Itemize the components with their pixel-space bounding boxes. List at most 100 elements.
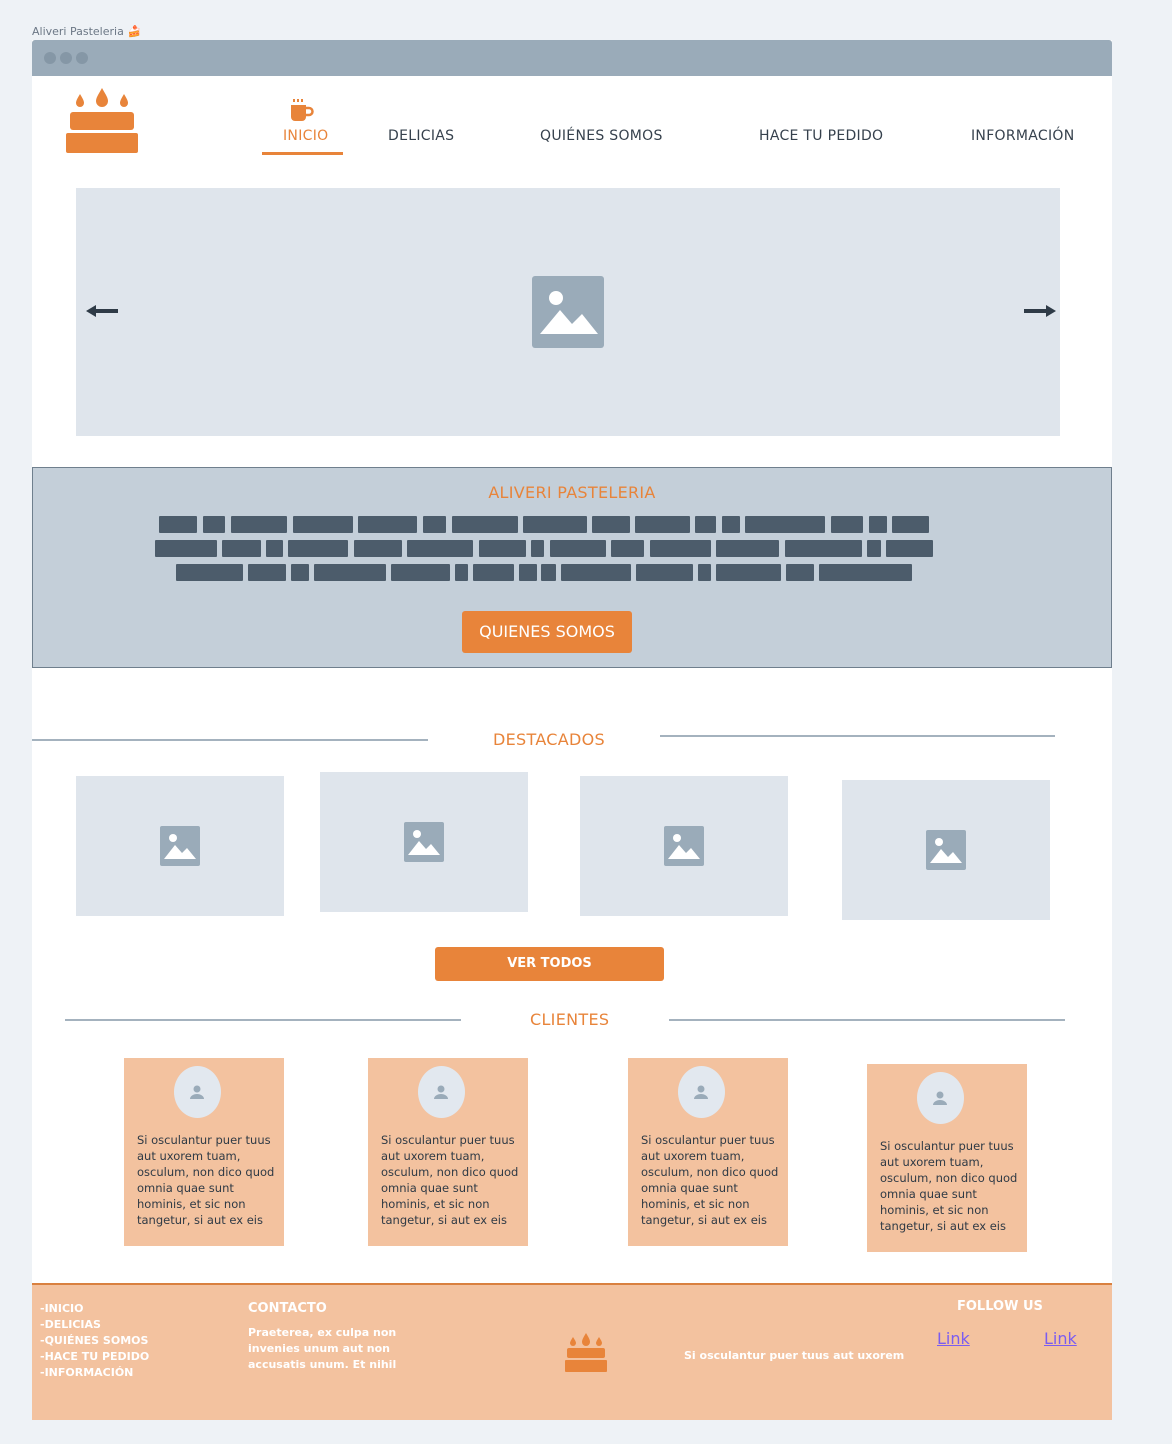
- window-dot-2: [60, 52, 72, 64]
- image-placeholder-icon: [926, 830, 966, 870]
- text-bar: [695, 516, 716, 533]
- text-bar: [159, 516, 197, 533]
- text-bar: [541, 564, 556, 581]
- cake-logo-icon[interactable]: [66, 86, 138, 154]
- text-bar: [698, 564, 711, 581]
- nav-item-hace-tu-pedido[interactable]: HACE TU PEDIDO: [759, 128, 883, 144]
- text-bar: [869, 516, 887, 533]
- footer-tagline: Si osculantur puer tuus aut uxorem: [684, 1349, 905, 1362]
- window-dot-1: [44, 52, 56, 64]
- text-bar: [266, 540, 283, 557]
- nav-active-underline: [262, 152, 343, 155]
- text-bar: [176, 564, 243, 581]
- nav-item-inicio[interactable]: INICIO: [283, 128, 328, 144]
- user-icon: [434, 1085, 448, 1099]
- avatar: [174, 1066, 221, 1118]
- text-bar: [203, 516, 225, 533]
- divider-left: [65, 1019, 461, 1021]
- about-title: ALIVERI PASTELERIA: [488, 483, 656, 502]
- browser-frame: INICIO DELICIAS QUIÉNES SOMOS HACE TU PE…: [32, 40, 1112, 1420]
- footer-link-quienes-somos[interactable]: -QUIÉNES SOMOS: [40, 1333, 149, 1349]
- image-placeholder-icon: [160, 826, 200, 866]
- testimonial-card: Si osculantur puer tuus aut uxorem tuam,…: [124, 1058, 284, 1246]
- avatar: [678, 1066, 725, 1118]
- text-bar: [636, 564, 693, 581]
- image-placeholder-icon: [664, 826, 704, 866]
- footer-link-inicio[interactable]: -INICIO: [40, 1301, 149, 1317]
- text-bar: [291, 564, 309, 581]
- text-bar: [531, 540, 544, 557]
- testimonial-text: Si osculantur puer tuus aut uxorem tuam,…: [381, 1133, 519, 1227]
- testimonial-text: Si osculantur puer tuus aut uxorem tuam,…: [137, 1133, 275, 1227]
- text-bar: [786, 564, 814, 581]
- footer-link-informacion[interactable]: -INFORMACIÓN: [40, 1365, 149, 1381]
- text-bar: [473, 564, 514, 581]
- about-button[interactable]: QUIENES SOMOS: [462, 611, 632, 653]
- clients-title: CLIENTES: [530, 1010, 610, 1029]
- arrow-left-icon[interactable]: [86, 301, 120, 321]
- featured-title: DESTACADOS: [493, 730, 605, 749]
- footer-link-hace-tu-pedido[interactable]: -HACE TU PEDIDO: [40, 1349, 149, 1365]
- view-all-button[interactable]: VER TODOS: [435, 947, 664, 981]
- featured-card[interactable]: [842, 780, 1050, 920]
- text-bar: [479, 540, 526, 557]
- text-bar: [455, 564, 468, 581]
- text-bar: [288, 540, 348, 557]
- window-dot-3: [76, 52, 88, 64]
- nav-item-quienes-somos[interactable]: QUIÉNES SOMOS: [540, 128, 663, 144]
- text-bar: [745, 516, 825, 533]
- featured-card[interactable]: [580, 776, 788, 916]
- text-bar: [716, 564, 781, 581]
- hero-carousel: [76, 188, 1060, 436]
- text-bar: [354, 540, 402, 557]
- avatar: [917, 1072, 964, 1124]
- text-bar: [611, 540, 644, 557]
- divider-right: [669, 1019, 1065, 1021]
- text-bar: [314, 564, 386, 581]
- text-bar: [635, 516, 690, 533]
- page-title: Aliveri Pasteleria 🍰: [32, 25, 142, 38]
- text-bar: [650, 540, 711, 557]
- text-bar: [248, 564, 286, 581]
- text-bar: [358, 516, 417, 533]
- coffee-cup-icon: [291, 99, 314, 121]
- image-placeholder-icon: [532, 276, 604, 348]
- text-bar: [155, 540, 217, 557]
- footer-link-delicias[interactable]: -DELICIAS: [40, 1317, 149, 1333]
- featured-card[interactable]: [76, 776, 284, 916]
- text-bar: [716, 540, 779, 557]
- window-titlebar: [32, 40, 1112, 76]
- featured-card[interactable]: [320, 772, 528, 912]
- divider-right: [660, 735, 1055, 737]
- user-icon: [694, 1085, 708, 1099]
- text-bar: [550, 540, 606, 557]
- text-bar: [592, 516, 630, 533]
- testimonial-card: Si osculantur puer tuus aut uxorem tuam,…: [628, 1058, 788, 1246]
- cake-emoji-icon: 🍰: [127, 25, 142, 38]
- text-bar: [391, 564, 450, 581]
- page-title-text: Aliveri Pasteleria: [32, 25, 124, 38]
- social-link-2[interactable]: Link: [1044, 1329, 1077, 1348]
- nav-item-informacion[interactable]: INFORMACIÓN: [971, 128, 1075, 144]
- image-placeholder-icon: [404, 822, 444, 862]
- contact-title: CONTACTO: [248, 1301, 327, 1316]
- text-bar: [293, 516, 353, 533]
- text-bar: [892, 516, 929, 533]
- text-bar: [523, 516, 587, 533]
- text-bar: [452, 516, 518, 533]
- text-bar: [785, 540, 862, 557]
- text-bar: [407, 540, 473, 557]
- text-bar: [222, 540, 261, 557]
- testimonial-text: Si osculantur puer tuus aut uxorem tuam,…: [880, 1139, 1018, 1233]
- nav-item-delicias[interactable]: DELICIAS: [388, 128, 454, 144]
- testimonial-text: Si osculantur puer tuus aut uxorem tuam,…: [641, 1133, 779, 1227]
- text-bar: [561, 564, 631, 581]
- arrow-right-icon[interactable]: [1022, 301, 1056, 321]
- cake-logo-icon: [565, 1333, 607, 1372]
- text-bar: [867, 540, 881, 557]
- about-section: ALIVERI PASTELERIA QUIENES SOMOS: [32, 467, 1112, 668]
- social-link-1[interactable]: Link: [937, 1329, 970, 1348]
- avatar: [418, 1066, 465, 1118]
- testimonial-card: Si osculantur puer tuus aut uxorem tuam,…: [867, 1064, 1027, 1252]
- follow-us-title: FOLLOW US: [957, 1299, 1043, 1314]
